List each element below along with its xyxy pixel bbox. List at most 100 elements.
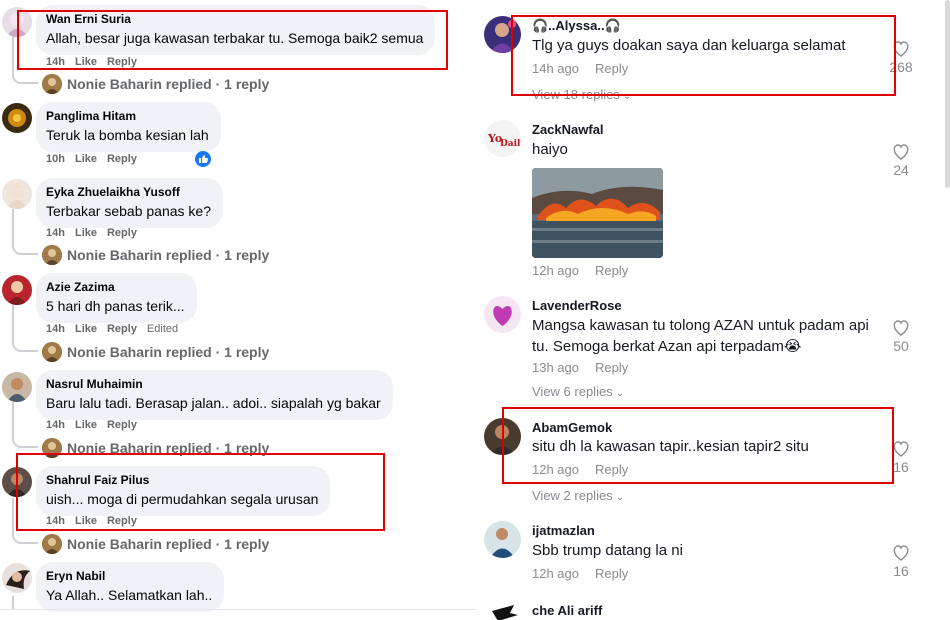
replies-link-text[interactable]: Nonie Baharin replied · 1 reply [67, 76, 269, 92]
reply-button[interactable]: Reply [107, 323, 137, 335]
comment-author[interactable]: Shahrul Faiz Pilus [46, 473, 318, 488]
replies-link-text[interactable]: Nonie Baharin replied · 1 reply [67, 536, 269, 552]
like-button[interactable]: Like [75, 419, 97, 431]
replies-link[interactable]: Nonie Baharin replied · 1 reply [42, 438, 269, 458]
thread-elbow [12, 66, 38, 84]
reply-button[interactable]: Reply [595, 566, 628, 581]
like-button[interactable]: Like [75, 323, 97, 335]
comment-author[interactable]: ijatmazlan [532, 523, 595, 538]
replies-link-text[interactable]: Nonie Baharin replied · 1 reply [67, 440, 269, 456]
replies-link[interactable]: Nonie Baharin replied · 1 reply [42, 74, 269, 94]
avatar[interactable] [484, 418, 521, 455]
comment-text: Ya Allah.. Selamatkan lah.. [46, 587, 213, 603]
avatar[interactable] [484, 16, 521, 53]
like-button[interactable]: 16 [886, 440, 916, 476]
heart-icon [893, 41, 909, 57]
comment-actions: 14h Like Reply [46, 56, 147, 68]
comment-time[interactable]: 14h [46, 56, 65, 68]
reply-button[interactable]: Reply [595, 61, 628, 76]
reply-button[interactable]: Reply [107, 56, 137, 68]
comment-meta: 12h ago Reply [532, 566, 628, 581]
comment-author[interactable]: che Ali ariff [532, 603, 602, 618]
comment-actions: 14h Like Reply [46, 227, 147, 239]
comment-author[interactable]: Azie Zazima [46, 280, 185, 295]
comment-time[interactable]: 14h [46, 323, 65, 335]
comment-author[interactable]: Panglima Hitam [46, 109, 209, 124]
comment-text-line: tu. Semoga berkat Azan api terpadam😭 [532, 338, 802, 355]
avatar [42, 438, 62, 458]
heart-icon [893, 545, 909, 561]
like-button[interactable]: Like [75, 227, 97, 239]
replies-link[interactable]: Nonie Baharin replied · 1 reply [42, 534, 269, 554]
comment-bubble: Eryn Nabil Ya Allah.. Selamatkan lah.. [36, 562, 225, 612]
avatar[interactable] [2, 372, 32, 402]
thread-elbow [12, 336, 38, 352]
view-replies-button[interactable]: View 18 replies ⌄ [532, 87, 631, 102]
avatar[interactable] [2, 179, 32, 209]
like-button[interactable]: 50 [886, 319, 916, 355]
replies-link-text[interactable]: Nonie Baharin replied · 1 reply [67, 344, 269, 360]
avatar[interactable] [2, 563, 32, 593]
reply-button[interactable]: Reply [595, 360, 628, 375]
replies-link[interactable]: Nonie Baharin replied · 1 reply [42, 245, 269, 265]
comment-text: uish... moga di permudahkan segala urusa… [46, 491, 319, 507]
comment-bubble: Shahrul Faiz Pilus uish... moga di permu… [36, 466, 331, 516]
comment-author[interactable]: 🎧..Alyssa..🎧 [532, 18, 621, 34]
comment-author[interactable]: Wan Erni Suria [46, 12, 423, 27]
comment-text: Tlg ya guys doakan saya dan keluarga sel… [532, 37, 846, 54]
replies-link-text[interactable]: Nonie Baharin replied · 1 reply [67, 247, 269, 263]
reply-button[interactable]: Reply [107, 153, 137, 165]
avatar[interactable]: YoDaily [484, 120, 521, 157]
reply-button[interactable]: Reply [595, 263, 628, 278]
comment-actions: 14h Like Reply Edited [46, 323, 188, 335]
avatar[interactable] [2, 103, 32, 133]
avatar [42, 245, 62, 265]
like-thumb-icon [195, 151, 211, 167]
reply-button[interactable]: Reply [107, 227, 137, 239]
replies-link[interactable]: Nonie Baharin replied · 1 reply [42, 342, 269, 362]
comment-time[interactable]: 14h [46, 419, 65, 431]
comment-text: Baru lalu tadi. Berasap jalan.. adoi.. s… [46, 395, 381, 411]
comment-time[interactable]: 14h [46, 227, 65, 239]
comment-author[interactable]: Eyka Zhuelaikha Yusoff [46, 185, 211, 200]
like-button[interactable]: Like [75, 153, 97, 165]
like-count: 50 [893, 338, 909, 354]
thread-elbow [12, 528, 38, 544]
scrollbar[interactable] [945, 0, 950, 188]
attached-photo[interactable] [532, 168, 663, 258]
avatar[interactable] [2, 275, 32, 305]
avatar[interactable] [2, 467, 32, 497]
comment-time: 12h ago [532, 263, 579, 278]
comment-actions: 14h Like Reply [46, 515, 147, 527]
divider [0, 609, 476, 610]
comment-author[interactable]: Nasrul Muhaimin [46, 377, 381, 392]
comment-bubble: Nasrul Muhaimin Baru lalu tadi. Berasap … [36, 370, 393, 420]
avatar[interactable] [484, 296, 521, 333]
view-replies-button[interactable]: View 6 replies ⌄ [532, 384, 624, 399]
avatar[interactable] [2, 7, 32, 37]
thread-elbow [12, 239, 38, 255]
comment-text: Allah, besar juga kawasan terbakar tu. S… [46, 30, 424, 46]
like-button[interactable]: Like [75, 56, 97, 68]
tiktok-comments-panel: 🎧..Alyssa..🎧 Tlg ya guys doakan saya dan… [478, 0, 950, 620]
comment-author[interactable]: AbamGemok [532, 420, 612, 435]
reply-button[interactable]: Reply [107, 419, 137, 431]
comment-meta: 12h ago Reply [532, 263, 628, 278]
like-button[interactable]: 268 [886, 40, 916, 76]
thread-line [12, 596, 14, 610]
comment-author[interactable]: ZackNawfal [532, 122, 604, 137]
comment-time[interactable]: 14h [46, 515, 65, 527]
view-replies-label: View 18 replies [532, 87, 620, 102]
reply-button[interactable]: Reply [595, 462, 628, 477]
comment-author[interactable]: LavenderRose [532, 298, 622, 313]
reply-button[interactable]: Reply [107, 515, 137, 527]
like-button[interactable]: 24 [886, 143, 916, 179]
thread-line [12, 209, 14, 243]
like-button[interactable]: 16 [886, 544, 916, 580]
comment-time[interactable]: 10h [46, 153, 65, 165]
view-replies-button[interactable]: View 2 replies ⌄ [532, 488, 624, 503]
like-button[interactable]: Like [75, 515, 97, 527]
avatar[interactable] [484, 601, 521, 620]
comment-author[interactable]: Eryn Nabil [46, 569, 212, 584]
avatar[interactable] [484, 521, 521, 558]
